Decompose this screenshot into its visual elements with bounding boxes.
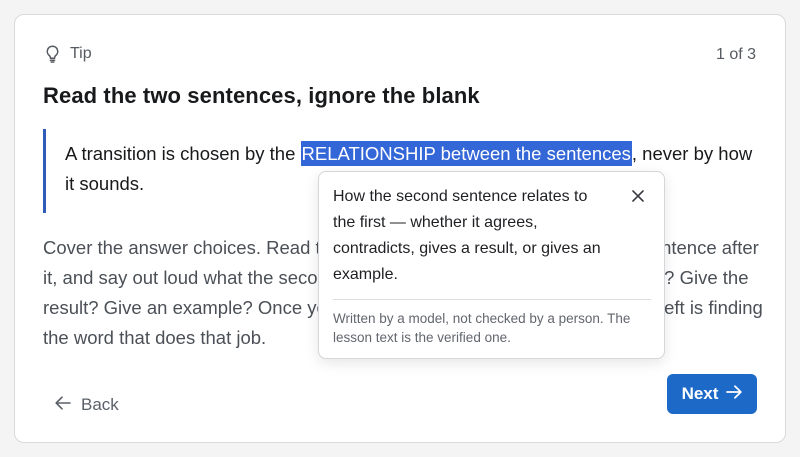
arrow-left-icon — [55, 395, 71, 415]
back-button[interactable]: Back — [55, 395, 119, 415]
arrow-right-icon — [726, 384, 743, 404]
popover-disclaimer: Written by a model, not checked by a per… — [333, 311, 631, 345]
popover-divider — [333, 299, 651, 300]
lightbulb-icon — [45, 45, 60, 63]
tip-label: Tip — [70, 45, 92, 62]
next-label: Next — [681, 384, 719, 403]
close-icon[interactable] — [632, 189, 644, 207]
quote-text-before: A transition is chosen by the — [65, 143, 301, 164]
progress-indicator: 1 of 3 — [715, 46, 756, 63]
back-label: Back — [81, 395, 119, 414]
popover-definition: How the second sentence relates to the f… — [333, 188, 601, 283]
highlighted-term[interactable]: RELATIONSHIP between the sentences — [300, 141, 632, 166]
next-button[interactable]: Next — [667, 374, 757, 414]
tip-header: Tip — [45, 45, 92, 63]
definition-popover: How the second sentence relates to the f… — [318, 171, 665, 359]
page-title: Read the two sentences, ignore the blank — [43, 83, 480, 108]
